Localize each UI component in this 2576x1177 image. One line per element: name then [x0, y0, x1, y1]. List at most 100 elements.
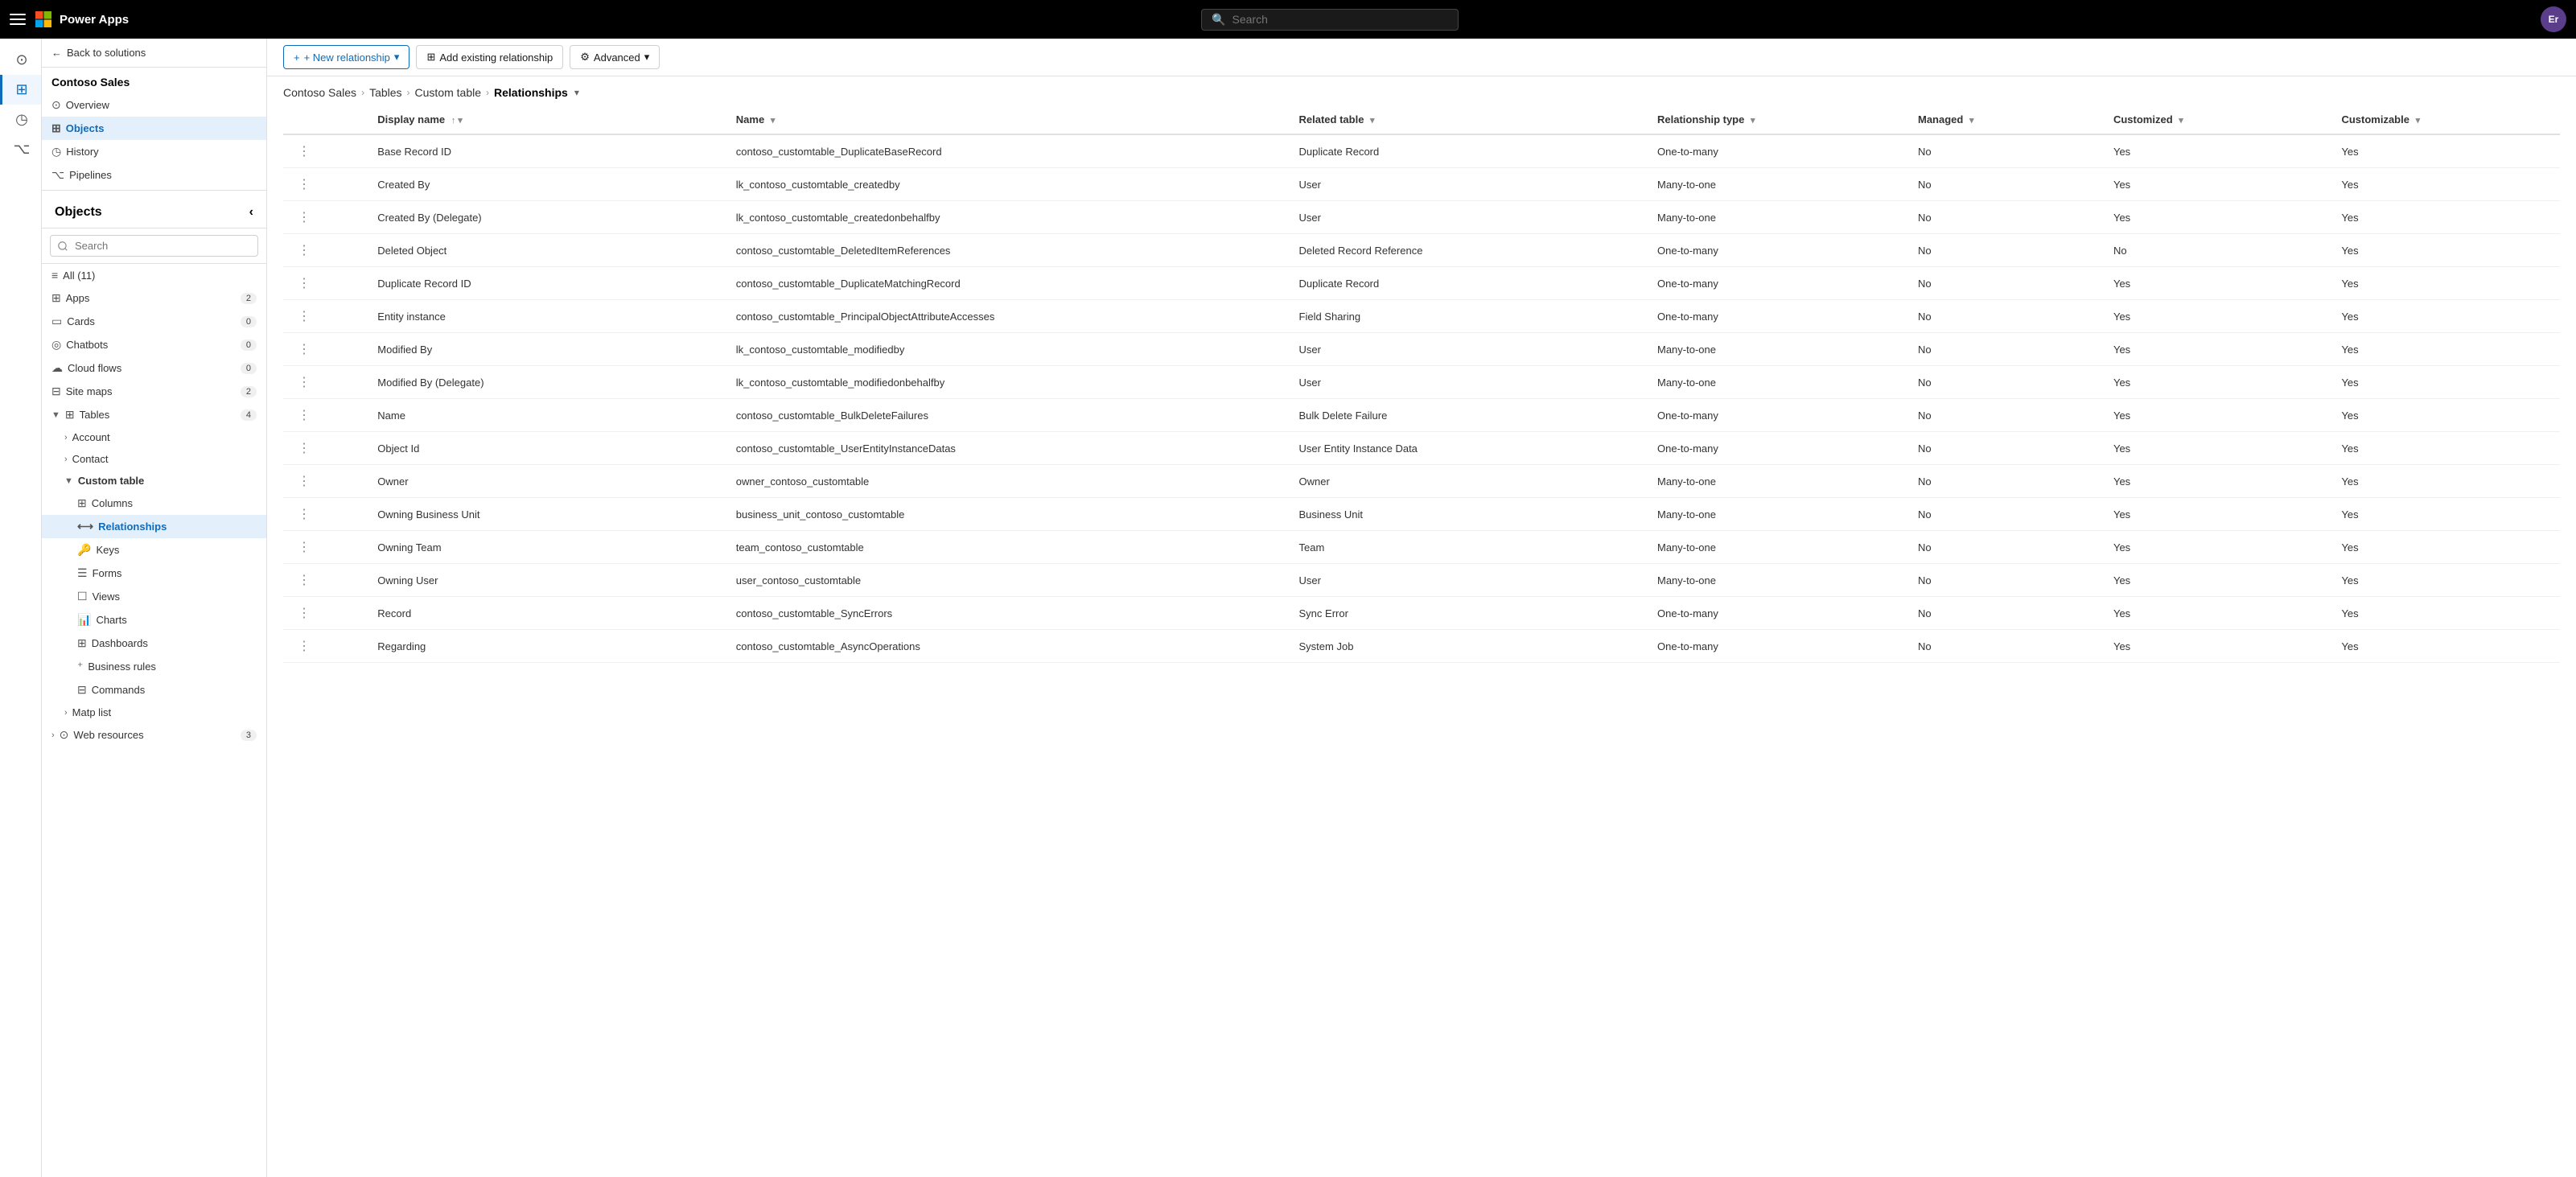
- tree-item-contact[interactable]: › Contact: [42, 448, 266, 470]
- collapse-icon[interactable]: ‹: [249, 205, 253, 220]
- add-existing-relationship-button[interactable]: ⊞ Add existing relationship: [416, 45, 563, 69]
- tree-item-account[interactable]: › Account: [42, 426, 266, 448]
- tree-item-charts[interactable]: 📊 Charts: [42, 608, 266, 632]
- tree-item-dashboards[interactable]: ⊞ Dashboards: [42, 632, 266, 655]
- sidebar-item-history[interactable]: ◷: [0, 105, 41, 134]
- row-displayname: Owning Team: [368, 531, 726, 564]
- chatbots-badge: 0: [241, 340, 257, 351]
- sidebar-item-pipelines[interactable]: ⌥: [0, 134, 41, 164]
- tree-columns-label: Columns: [92, 497, 133, 509]
- tree-item-cloudflows[interactable]: ☁ Cloud flows 0: [42, 356, 266, 380]
- row-customizable: Yes: [2331, 564, 2560, 597]
- row-related: Bulk Delete Failure: [1290, 399, 1648, 432]
- tree-search-input[interactable]: [50, 235, 258, 257]
- table-row: ⋮ Owning Business Unit business_unit_con…: [283, 498, 2560, 531]
- tree-item-webresources[interactable]: › ⊙ Web resources 3: [42, 723, 266, 747]
- topbar-right: Er: [2541, 6, 2566, 32]
- row-reltype: Many-to-one: [1648, 465, 1908, 498]
- row-context-menu[interactable]: ⋮: [293, 242, 315, 259]
- row-displayname: Name: [368, 399, 726, 432]
- row-displayname: Created By (Delegate): [368, 201, 726, 234]
- th-customizable[interactable]: Customizable ▾: [2331, 105, 2560, 134]
- th-customized[interactable]: Customized ▾: [2104, 105, 2331, 134]
- row-reltype: Many-to-one: [1648, 498, 1908, 531]
- tree-item-apps[interactable]: ⊞ Apps 2: [42, 286, 266, 310]
- advanced-label: Advanced: [594, 51, 640, 64]
- row-context-menu[interactable]: ⋮: [293, 143, 315, 160]
- row-context-menu[interactable]: ⋮: [293, 275, 315, 292]
- row-context-menu[interactable]: ⋮: [293, 506, 315, 523]
- tree-cloudflows-label: Cloud flows: [68, 362, 121, 374]
- th-reltype[interactable]: Relationship type ▾: [1648, 105, 1908, 134]
- nav-item-pipelines[interactable]: ⌥ Pipelines: [42, 163, 266, 187]
- new-relationship-button[interactable]: + + New relationship ▾: [283, 45, 409, 69]
- row-context-menu[interactable]: ⋮: [293, 473, 315, 490]
- tree-item-commands[interactable]: ⊟ Commands: [42, 678, 266, 702]
- row-reltype: Many-to-one: [1648, 201, 1908, 234]
- row-context-menu[interactable]: ⋮: [293, 308, 315, 325]
- sidebar-item-overview[interactable]: ⊙: [0, 45, 41, 75]
- row-customized: Yes: [2104, 531, 2331, 564]
- forms-icon: ☰: [77, 566, 88, 580]
- user-avatar[interactable]: Er: [2541, 6, 2566, 32]
- tree-item-tables[interactable]: ▼ ⊞ Tables 4: [42, 403, 266, 426]
- row-name: business_unit_contoso_customtable: [726, 498, 1290, 531]
- row-context-menu[interactable]: ⋮: [293, 209, 315, 226]
- row-context-menu[interactable]: ⋮: [293, 440, 315, 457]
- hamburger-icon[interactable]: [10, 14, 26, 25]
- nav-item-history[interactable]: ◷ History: [42, 140, 266, 163]
- tree-item-columns[interactable]: ⊞ Columns: [42, 492, 266, 515]
- row-customizable: Yes: [2331, 333, 2560, 366]
- back-to-solutions-link[interactable]: ← Back to solutions: [42, 39, 266, 68]
- row-context-menu[interactable]: ⋮: [293, 374, 315, 391]
- tree-item-forms[interactable]: ☰ Forms: [42, 562, 266, 585]
- app-name-label: Power Apps: [60, 13, 129, 27]
- row-context-menu[interactable]: ⋮: [293, 341, 315, 358]
- tree-item-businessrules[interactable]: ⁺ Business rules: [42, 655, 266, 678]
- row-related: Duplicate Record: [1290, 134, 1648, 168]
- row-menu-cell: ⋮: [283, 168, 368, 201]
- th-managed[interactable]: Managed ▾: [1908, 105, 2104, 134]
- row-context-menu[interactable]: ⋮: [293, 539, 315, 556]
- row-context-menu[interactable]: ⋮: [293, 605, 315, 622]
- row-managed: No: [1908, 498, 2104, 531]
- row-customized: Yes: [2104, 498, 2331, 531]
- tree-item-maplist[interactable]: › Matp list: [42, 702, 266, 723]
- tree-item-keys[interactable]: 🔑 Keys: [42, 538, 266, 562]
- row-context-menu[interactable]: ⋮: [293, 176, 315, 193]
- tree-item-all[interactable]: ≡ All (11): [42, 264, 266, 286]
- row-reltype: Many-to-one: [1648, 531, 1908, 564]
- left-nav-sidebar: ⊙ ⊞ ◷ ⌥: [0, 39, 42, 1177]
- tree-item-relationships[interactable]: ⟷ Relationships: [42, 515, 266, 538]
- breadcrumb-tables[interactable]: Tables: [369, 86, 401, 99]
- th-related[interactable]: Related table ▾: [1290, 105, 1648, 134]
- tree-item-cards[interactable]: ▭ Cards 0: [42, 310, 266, 333]
- breadcrumb-dropdown-icon[interactable]: ▾: [574, 87, 579, 98]
- tables-badge: 4: [241, 409, 257, 421]
- row-name: owner_contoso_customtable: [726, 465, 1290, 498]
- breadcrumb-customtable[interactable]: Custom table: [415, 86, 481, 99]
- webresources-icon: ⊙: [60, 728, 69, 742]
- row-context-menu[interactable]: ⋮: [293, 572, 315, 589]
- sidebar-item-objects[interactable]: ⊞: [0, 75, 41, 105]
- tree-item-views[interactable]: ☐ Views: [42, 585, 266, 608]
- global-search-box[interactable]: 🔍: [1201, 9, 1459, 31]
- tree-item-sitemaps[interactable]: ⊟ Site maps 2: [42, 380, 266, 403]
- th-name[interactable]: Name ▾: [726, 105, 1290, 134]
- advanced-button[interactable]: ⚙ Advanced ▾: [570, 45, 660, 69]
- row-customized: No: [2104, 234, 2331, 267]
- search-input[interactable]: [1232, 13, 1449, 26]
- tree-item-chatbots[interactable]: ◎ Chatbots 0: [42, 333, 266, 356]
- row-context-menu[interactable]: ⋮: [293, 407, 315, 424]
- row-customizable: Yes: [2331, 366, 2560, 399]
- row-name: contoso_customtable_DuplicateMatchingRec…: [726, 267, 1290, 300]
- nav-objects-label: Objects: [66, 122, 105, 134]
- row-context-menu[interactable]: ⋮: [293, 638, 315, 655]
- nav-item-objects[interactable]: ⊞ Objects: [42, 117, 266, 140]
- tree-item-customtable[interactable]: ▼ Custom table: [42, 470, 266, 492]
- nav-item-overview[interactable]: ⊙ Overview: [42, 93, 266, 117]
- th-displayname[interactable]: Display name ↑ ▾: [368, 105, 726, 134]
- breadcrumb-contososales[interactable]: Contoso Sales: [283, 86, 356, 99]
- row-reltype: Many-to-one: [1648, 168, 1908, 201]
- overview-icon: ⊙: [15, 51, 27, 68]
